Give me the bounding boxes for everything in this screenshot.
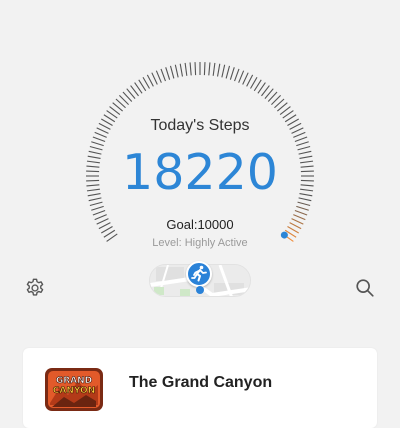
steps-goal: Goal:10000 [166,217,234,232]
search-button[interactable] [354,277,376,299]
gauge-tick [242,72,249,85]
gauge-tick [203,62,206,76]
gauge-tick [151,72,158,85]
gauge-tick [234,68,240,82]
start-run-button[interactable] [186,261,212,287]
gauge-tick [229,67,235,80]
settings-icon [26,278,44,296]
gauge-tick [142,76,150,89]
gauge-tick [92,136,106,142]
gauge-tick [91,205,104,211]
achievement-card[interactable]: GRAND CANYON The Grand Canyon [23,348,377,428]
gauge-tick [194,62,197,76]
card-title: The Grand Canyon [129,374,273,391]
activity-level: Level: Highly Active [152,237,248,249]
steps-count: 18220 [122,144,278,201]
gauge-tick [294,210,308,216]
gauge-tick [212,62,216,76]
gauge-tick [238,70,245,83]
gauge-tick [296,205,309,211]
gauge-tick [89,201,103,207]
search-icon [356,279,374,297]
location-pin-icon [196,286,204,294]
gauge-tick [155,70,162,83]
grand-canyon-badge-icon: GRAND CANYON [45,368,103,411]
gauge-tick [250,76,258,89]
gauge-tick [160,68,166,82]
svg-text:GRAND: GRAND [56,376,92,386]
gauge-tick [146,74,154,87]
gauge-tick [208,62,211,76]
gauge-tick [189,62,192,76]
gauge-tick [246,74,254,87]
gauge-tick [169,65,175,79]
gauge-tick [297,201,311,207]
running-person-icon [191,265,207,282]
svg-text:CANYON: CANYON [53,386,95,396]
gauge-tick [225,65,231,79]
settings-button[interactable] [24,277,46,299]
gauge-tick [184,62,188,76]
gauge-tick [174,64,179,78]
gauge-tick [294,136,308,142]
gauge-tick [92,210,106,216]
steps-title: Today's Steps [150,117,250,134]
gauge-tick [179,63,184,77]
gauge-tick [216,63,221,77]
gauge-tick [165,67,171,80]
gauge-tick [221,64,226,78]
